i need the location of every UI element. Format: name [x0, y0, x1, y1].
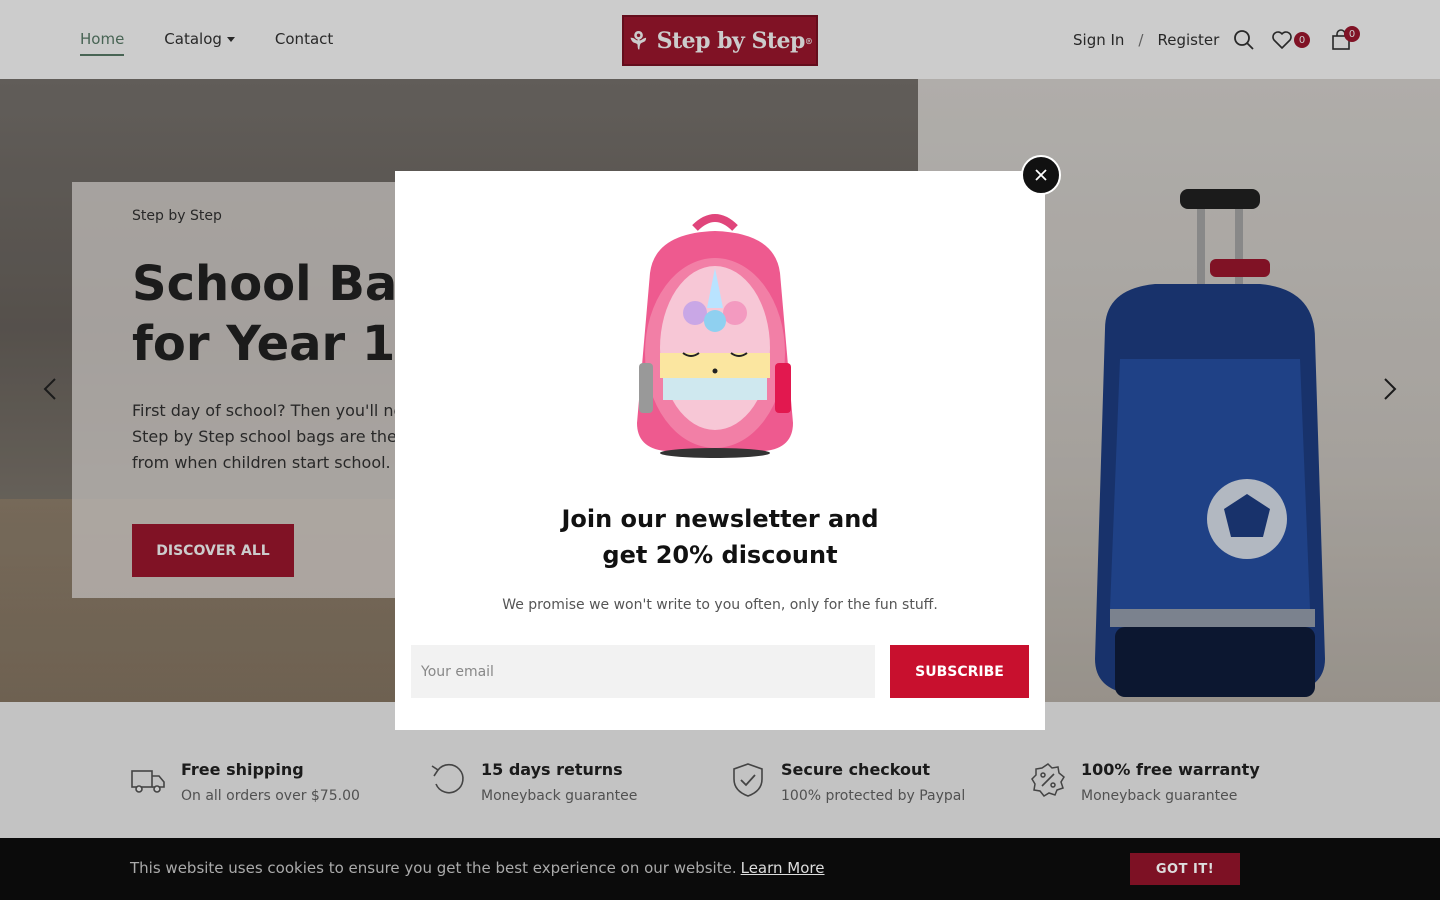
- newsletter-title: Join our newsletter and get 20% discount: [561, 505, 879, 569]
- newsletter-modal: Join our newsletter and get 20% discount…: [395, 171, 1045, 730]
- cookie-accept-button[interactable]: GOT IT!: [1130, 853, 1240, 885]
- learn-more-link[interactable]: Learn More: [741, 859, 825, 877]
- newsletter-description: We promise we won't write to you often, …: [502, 597, 938, 613]
- cookie-banner: This website uses cookies to ensure you …: [0, 838, 1440, 900]
- subscribe-button[interactable]: SUBSCRIBE: [890, 645, 1029, 698]
- cookie-text: This website uses cookies to ensure you …: [130, 859, 737, 877]
- close-icon: [1035, 169, 1047, 181]
- email-input[interactable]: [411, 645, 875, 698]
- unicorn-backpack-image: [637, 214, 793, 458]
- cookie-message: This website uses cookies to ensure you …: [130, 859, 825, 877]
- modal-close-button[interactable]: [1021, 155, 1061, 195]
